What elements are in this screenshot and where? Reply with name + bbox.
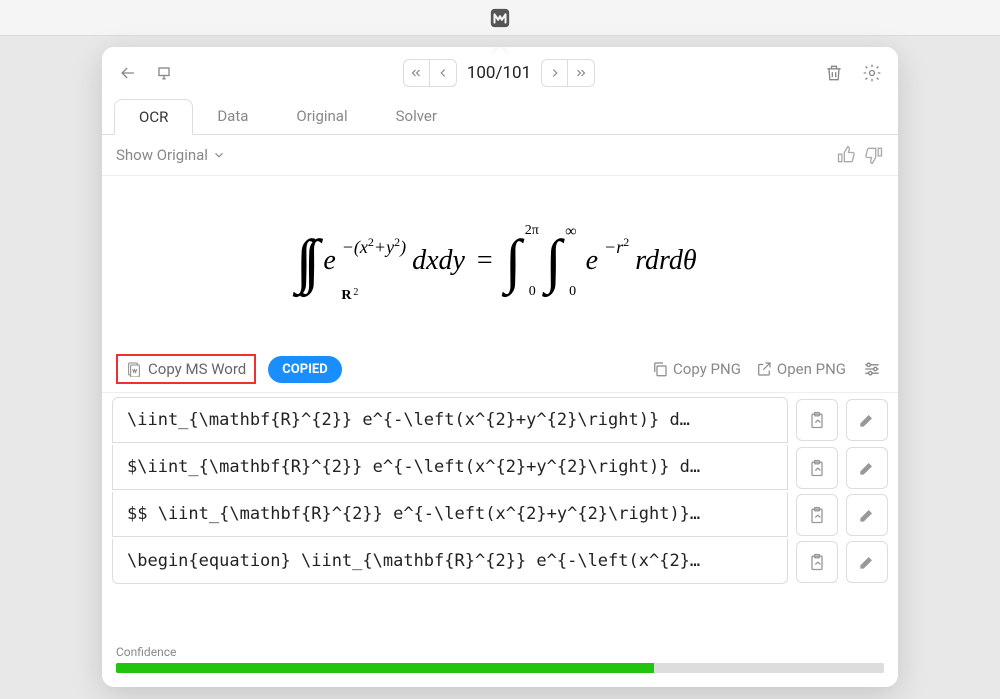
- first-page-button[interactable]: [404, 60, 430, 86]
- code-row: \iint_{\mathbf{R}^{2}} e^{-\left(x^{2}+y…: [112, 397, 888, 443]
- code-row: $\iint_{\mathbf{R}^{2}} e^{-\left(x^{2}+…: [112, 445, 888, 490]
- app-logo-icon: [489, 7, 511, 29]
- macos-menubar: [0, 0, 1000, 36]
- feedback-thumbs: [836, 145, 884, 165]
- copy-code-button[interactable]: [796, 541, 838, 583]
- code-text[interactable]: $$ \iint_{\mathbf{R}^{2}} e^{-\left(x^{2…: [112, 492, 788, 537]
- tab-solver[interactable]: Solver: [372, 99, 461, 134]
- clipboard-icon: [807, 552, 827, 572]
- open-png-button[interactable]: Open PNG: [755, 360, 846, 378]
- back-button[interactable]: [116, 61, 140, 85]
- crop-icon: [154, 63, 174, 83]
- next-page-button[interactable]: [542, 60, 568, 86]
- copy-png-label: Copy PNG: [673, 360, 741, 378]
- copy-code-button[interactable]: [796, 494, 838, 536]
- actions-bar: Copy MS Word COPIED Copy PNG Open PNG: [102, 346, 898, 393]
- open-png-label: Open PNG: [777, 360, 846, 378]
- formula-render: ∫∫ R 2 e −(x2+y2) dxdy = ∫ 2π 0 ∫ ∞ 0: [102, 176, 898, 346]
- nav-next-last: [541, 59, 595, 87]
- chevrons-right-icon: [574, 66, 588, 80]
- edit-icon: [857, 552, 877, 572]
- settings-button[interactable]: [860, 61, 884, 85]
- code-text[interactable]: $\iint_{\mathbf{R}^{2}} e^{-\left(x^{2}+…: [112, 445, 788, 490]
- sliders-icon: [862, 359, 882, 379]
- confidence-section: Confidence: [102, 639, 898, 687]
- chevron-left-icon: [436, 66, 450, 80]
- edit-icon: [857, 458, 877, 478]
- thumbs-down-icon[interactable]: [864, 145, 884, 165]
- edit-code-button[interactable]: [846, 494, 888, 536]
- page-counter: 100/101: [467, 63, 531, 83]
- prev-page-button[interactable]: [430, 60, 456, 86]
- confidence-fill: [116, 663, 654, 673]
- delete-button[interactable]: [822, 61, 846, 85]
- clipboard-icon: [807, 458, 827, 478]
- confidence-label: Confidence: [116, 645, 884, 659]
- show-original-label: Show Original: [116, 146, 208, 164]
- chevron-down-icon: [212, 148, 226, 162]
- main-popup: 100/101 OCR Data Original Solver: [102, 47, 898, 687]
- last-page-button[interactable]: [568, 60, 594, 86]
- crop-button[interactable]: [152, 61, 176, 85]
- copy-icon: [651, 360, 669, 378]
- word-doc-icon: [126, 361, 142, 377]
- tab-original[interactable]: Original: [272, 99, 371, 134]
- copy-ms-word-button[interactable]: Copy MS Word: [116, 354, 256, 384]
- rendered-formula: ∫∫ R 2 e −(x2+y2) dxdy = ∫ 2π 0 ∫ ∞ 0: [303, 227, 696, 296]
- format-settings-button[interactable]: [860, 357, 884, 381]
- copy-code-button[interactable]: [796, 399, 838, 441]
- edit-code-button[interactable]: [846, 399, 888, 441]
- code-text[interactable]: \begin{equation} \iint_{\mathbf{R}^{2}} …: [112, 539, 788, 584]
- copied-badge: COPIED: [268, 356, 341, 383]
- chevrons-left-icon: [409, 66, 423, 80]
- toolbar: 100/101: [102, 47, 898, 93]
- edit-icon: [857, 410, 877, 430]
- copy-ms-word-label: Copy MS Word: [148, 360, 246, 378]
- trash-icon: [824, 63, 844, 83]
- edit-code-button[interactable]: [846, 541, 888, 583]
- confidence-track: [116, 663, 884, 673]
- thumbs-up-icon[interactable]: [836, 145, 856, 165]
- show-original-toggle[interactable]: Show Original: [116, 146, 226, 164]
- gear-icon: [862, 63, 882, 83]
- edit-code-button[interactable]: [846, 447, 888, 489]
- code-row: \begin{equation} \iint_{\mathbf{R}^{2}} …: [112, 539, 888, 584]
- code-text[interactable]: \iint_{\mathbf{R}^{2}} e^{-\left(x^{2}+y…: [112, 397, 788, 443]
- nav-first-prev: [403, 59, 457, 87]
- copy-code-button[interactable]: [796, 447, 838, 489]
- tab-ocr[interactable]: OCR: [114, 99, 193, 135]
- copy-png-button[interactable]: Copy PNG: [651, 360, 741, 378]
- chevron-right-icon: [548, 66, 562, 80]
- edit-icon: [857, 505, 877, 525]
- tabs: OCR Data Original Solver: [102, 99, 898, 135]
- content-area: Show Original ∫∫ R 2 e −(x2+y2) dxdy =: [102, 135, 898, 687]
- arrow-left-icon: [118, 63, 138, 83]
- code-row: $$ \iint_{\mathbf{R}^{2}} e^{-\left(x^{2…: [112, 492, 888, 537]
- tab-data[interactable]: Data: [193, 99, 272, 134]
- subbar: Show Original: [102, 135, 898, 176]
- external-link-icon: [755, 360, 773, 378]
- clipboard-icon: [807, 410, 827, 430]
- code-list: \iint_{\mathbf{R}^{2}} e^{-\left(x^{2}+y…: [102, 393, 898, 639]
- clipboard-icon: [807, 505, 827, 525]
